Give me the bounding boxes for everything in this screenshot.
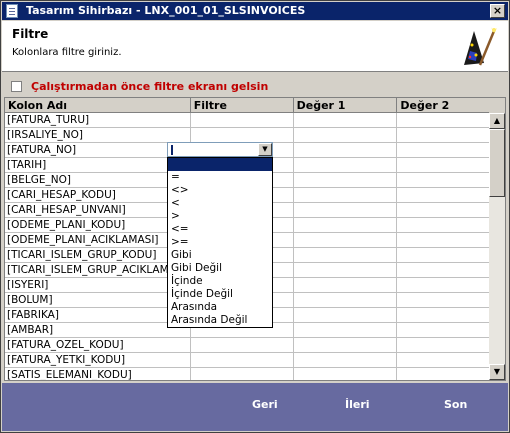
table-row[interactable]: [FATURA_YETKI_KODU] [5,352,505,368]
dropdown-option[interactable]: Arasında [168,301,272,314]
text-caret [171,145,173,155]
value1-cell[interactable] [293,202,398,218]
value1-cell[interactable] [293,292,398,308]
window-title: Tasarım Sihirbazı - LNX_001_01_SLSINVOIC… [26,4,306,17]
column-name-cell: [CARI_HESAP_UNVANI] [5,202,191,218]
scroll-up-icon[interactable]: ▲ [489,113,505,129]
scroll-down-icon[interactable]: ▼ [489,364,505,380]
close-button[interactable]: × [490,4,505,18]
next-button[interactable]: İleri [345,398,370,411]
dropdown-option[interactable]: <= [168,223,272,236]
column-name-cell: [FATURA_TURU] [5,112,191,128]
value1-cell[interactable] [293,337,398,353]
table-row[interactable]: [SATIS_ELEMANI_KODU] [5,367,505,380]
value1-cell[interactable] [293,217,398,233]
column-name-cell: [BOLUM] [5,292,191,308]
table-row[interactable]: [FATURA_TURU] [5,112,505,128]
wizard-header: Filtre Kolonlara filtre giriniz. [2,21,508,72]
value1-cell[interactable] [293,262,398,278]
value1-cell[interactable] [293,127,398,143]
dropdown-option[interactable]: İçinde Değil [168,288,272,301]
value1-cell[interactable] [293,247,398,263]
dropdown-option[interactable]: < [168,197,272,210]
window-app-icon [6,4,18,18]
column-name-cell: [TARIH] [5,157,191,173]
column-header-kolon-adi[interactable]: Kolon Adı [5,98,191,113]
dropdown-option[interactable]: > [168,210,272,223]
value1-cell[interactable] [293,352,398,368]
value1-cell[interactable] [293,172,398,188]
column-name-cell: [FATURA_YETKI_KODU] [5,352,191,368]
filter-screen-checkbox-label[interactable]: Çalıştırmadan önce filtre ekranı gelsin [31,80,268,93]
title-bar[interactable]: Tasarım Sihirbazı - LNX_001_01_SLSINVOIC… [2,2,508,20]
value1-cell[interactable] [293,142,398,158]
column-name-cell: [FATURA_OZEL_KODU] [5,337,191,353]
grid-header-row: Kolon Adı Filtre Değer 1 Değer 2 [5,98,505,113]
column-name-cell: [BELGE_NO] [5,172,191,188]
page-title: Filtre [12,27,49,41]
filter-cell[interactable] [190,112,294,128]
table-row[interactable]: [IRSALIYE_NO] [5,127,505,143]
column-name-cell: [SATIS_ELEMANI_KODU] [5,367,191,380]
dropdown-option[interactable]: Gibi [168,249,272,262]
column-name-cell: [ISYERI] [5,277,191,293]
finish-button[interactable]: Son [444,398,467,411]
value1-cell[interactable] [293,232,398,248]
filter-cell[interactable] [190,337,294,353]
filter-operator-dropdown[interactable]: = <> < > <= >= Gibi Gibi Değil İçinde İçinde Deği… [167,157,273,328]
scrollbar-thumb[interactable] [489,129,505,197]
vertical-scrollbar[interactable]: ▲ ▼ [489,98,505,380]
value1-cell[interactable] [293,157,398,173]
filter-grid: Kolon Adı Filtre Değer 1 Değer 2 [FATURA… [4,97,506,381]
column-name-cell: [IRSALIYE_NO] [5,127,191,143]
filter-cell[interactable] [190,127,294,143]
dropdown-option[interactable]: >= [168,236,272,249]
filter-screen-checkbox[interactable] [11,81,22,92]
value1-cell[interactable] [293,307,398,323]
chevron-down-icon[interactable]: ▼ [258,143,272,156]
dropdown-option[interactable] [168,158,272,171]
value1-cell[interactable] [293,322,398,338]
column-name-cell: [ODEME_PLANI_KODU] [5,217,191,233]
value1-cell[interactable] [293,367,398,380]
dropdown-option[interactable]: = [168,171,272,184]
value1-cell[interactable] [293,187,398,203]
column-header-deger-1[interactable]: Değer 1 [293,98,398,113]
dropdown-option[interactable]: Gibi Değil [168,262,272,275]
column-name-cell: [TICARI_ISLEM_GRUP_ACIKLAMASI] [5,262,191,278]
table-row[interactable]: [FATURA_OZEL_KODU] [5,337,505,353]
dropdown-option[interactable]: <> [168,184,272,197]
page-subtitle: Kolonlara filtre giriniz. [12,47,122,58]
column-name-cell: [FATURA_NO] [5,142,191,158]
value1-cell[interactable] [293,112,398,128]
column-name-cell: [AMBAR] [5,322,191,338]
filter-cell[interactable] [190,367,294,380]
column-name-cell: [TICARI_ISLEM_GRUP_KODU] [5,247,191,263]
filter-cell[interactable] [190,352,294,368]
column-name-cell: [FABRIKA] [5,307,191,323]
wizard-hat-icon [464,27,497,66]
column-header-filtre[interactable]: Filtre [190,98,294,113]
wizard-footer: Geri İleri Son [2,383,508,431]
back-button[interactable]: Geri [252,398,278,411]
value1-cell[interactable] [293,277,398,293]
column-name-cell: [ODEME_PLANI_ACIKLAMASI] [5,232,191,248]
dropdown-option[interactable]: İçinde [168,275,272,288]
wizard-window: Tasarım Sihirbazı - LNX_001_01_SLSINVOIC… [0,0,510,433]
dropdown-option[interactable]: Arasında Değil [168,314,272,327]
filter-operator-combo[interactable]: ▼ [167,142,273,157]
column-name-cell: [CARI_HESAP_KODU] [5,187,191,203]
scrollbar-header-cap [489,98,505,113]
